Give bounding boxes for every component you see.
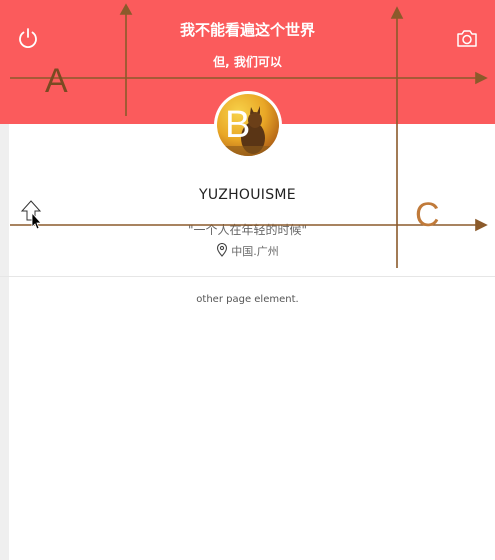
avatar[interactable]: B [214, 91, 282, 159]
mouse-pointer-icon [20, 200, 44, 230]
header-title: 我不能看遍这个世界 [179, 21, 315, 39]
avatar-letter: B [225, 104, 251, 146]
camera-icon [457, 30, 477, 47]
location-text: 中国.广州 [231, 245, 279, 258]
annotation-label-c: C [415, 196, 440, 234]
camera-button[interactable] [456, 28, 478, 48]
map-pin-icon [216, 242, 228, 260]
location: 中国.广州 [0, 242, 495, 260]
annotation-label-a: A [45, 62, 68, 100]
header-subtitle: 但, 我们可以 [213, 55, 282, 69]
other-page-element: other page element. [196, 294, 299, 305]
divider [0, 276, 495, 277]
avatar-image: B [217, 94, 279, 156]
